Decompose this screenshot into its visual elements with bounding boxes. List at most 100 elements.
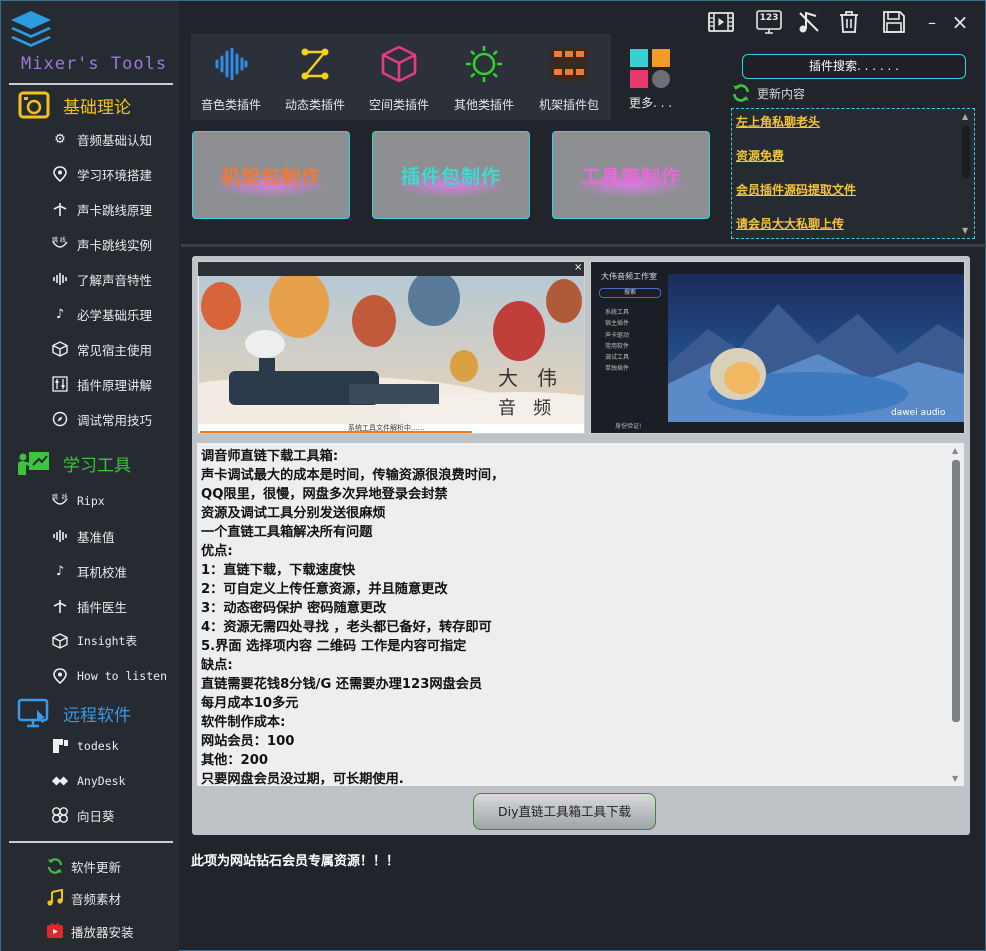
sun-icon bbox=[464, 44, 504, 84]
sidebar-item-headphone-cal[interactable]: ♪ 耳机校准 bbox=[51, 558, 179, 584]
update-link[interactable]: 左上角私聊老头 bbox=[736, 113, 820, 130]
location-pin-icon bbox=[51, 165, 69, 183]
section-basic-theory[interactable]: 基础理论 bbox=[17, 89, 177, 121]
toolbox-make-button[interactable]: 工具箱制作 bbox=[552, 131, 710, 219]
section-remote-software[interactable]: 远程软件 bbox=[17, 697, 177, 729]
description-line: 2：可自定义上传任意资源，并且随意更改 bbox=[201, 582, 448, 597]
sidebar-item-audio-material[interactable]: 音频素材 bbox=[45, 885, 121, 911]
item-label: AnyDesk bbox=[77, 774, 126, 788]
section-label: 学习工具 bbox=[63, 455, 131, 476]
section-label: 基础理论 bbox=[63, 97, 131, 118]
sidebar-item-plugin-principle[interactable]: 插件原理讲解 bbox=[51, 371, 179, 397]
sidebar-item-env-setup[interactable]: 学习环境搭建 bbox=[51, 161, 179, 187]
svg-text:跳 线: 跳 线 bbox=[52, 493, 68, 501]
plugin-pack-make-button[interactable]: 插件包制作 bbox=[372, 131, 530, 219]
watermark: 大 伟 bbox=[498, 366, 558, 390]
sidebar-item-player-install[interactable]: 播放器安装 bbox=[45, 918, 134, 944]
item-label: 学习环境搭建 bbox=[77, 167, 153, 183]
sidebar-item-music-theory[interactable]: ♪ 必学基础乐理 bbox=[51, 301, 179, 327]
grid-more-icon bbox=[630, 49, 670, 88]
cube-outline-icon bbox=[379, 44, 419, 84]
location-pin-icon bbox=[51, 667, 69, 685]
preview-title: 大伟音频工作室 bbox=[601, 272, 657, 281]
antenna-icon bbox=[51, 200, 69, 218]
sidebar-item-jumper-example[interactable]: 跳 线 声卡跳线实例 bbox=[51, 231, 179, 257]
sidebar-item-how-to-listen[interactable]: How to listen bbox=[51, 663, 179, 689]
big-button-label: 插件包制作 bbox=[400, 165, 501, 188]
item-label: 向日葵 bbox=[77, 808, 115, 824]
compass-icon bbox=[51, 410, 69, 428]
sidebar-item-sound-traits[interactable]: 了解声音特性 bbox=[51, 266, 179, 292]
plugin-category-panel: 音色类插件 动态类插件 空间类插件 其他类插件 机架插件包 bbox=[191, 34, 611, 120]
preview-footer: 身份验证! bbox=[615, 423, 642, 430]
item-label: 插件医生 bbox=[77, 599, 128, 615]
sidebar-item-plugin-doctor[interactable]: 插件医生 bbox=[51, 593, 179, 619]
update-list: 左上角私聊老头 资源免费 会员插件源码提取文件 请会员大大私聊上传 ▲ ▼ bbox=[731, 108, 975, 239]
minimize-button[interactable]: – bbox=[919, 9, 945, 35]
description-scrollbar[interactable]: ▲ ▼ bbox=[949, 444, 963, 785]
preview-menu: 系统工具 宿主插件 声卡驱动 常用软件 调试工具 单独插件 bbox=[605, 309, 630, 373]
remote-monitor-icon bbox=[17, 698, 51, 728]
music-note-icon bbox=[45, 888, 65, 908]
todesk-icon bbox=[51, 737, 69, 755]
jumper-icon: 跳 线 bbox=[51, 235, 69, 253]
sidebar-item-jumper-principle[interactable]: 声卡跳线原理 bbox=[51, 196, 179, 222]
item-label: 播放器安装 bbox=[71, 924, 134, 940]
sliders-icon bbox=[51, 375, 69, 393]
big-button-label: 工具箱制作 bbox=[580, 165, 681, 188]
mute-button[interactable] bbox=[796, 9, 822, 35]
play-icon bbox=[45, 921, 65, 941]
sidebar-item-sunflower[interactable]: 向日葵 bbox=[51, 802, 179, 828]
update-link[interactable]: 会员插件源码提取文件 bbox=[736, 181, 856, 198]
progress-bar bbox=[200, 431, 472, 433]
sidebar-item-insight[interactable]: Insight表 bbox=[51, 628, 179, 654]
counter-button[interactable]: 123 bbox=[756, 9, 782, 35]
item-label: 耳机校准 bbox=[77, 564, 128, 580]
plugin-cat-timbre[interactable]: 音色类插件 bbox=[191, 44, 271, 114]
brand-name: Mixer's Tools bbox=[21, 54, 168, 74]
update-link[interactable]: 请会员大大私聊上传 bbox=[736, 215, 844, 232]
mute-note-icon bbox=[799, 11, 819, 33]
svg-text:跳 线: 跳 线 bbox=[52, 236, 66, 244]
plugin-search-input[interactable]: 插件搜索. . . . . . bbox=[742, 54, 966, 79]
plugin-cat-other[interactable]: 其他类插件 bbox=[444, 44, 524, 114]
item-label: 音频素材 bbox=[71, 891, 122, 907]
rack-pack-make-button[interactable]: 机架包制作 bbox=[192, 131, 350, 219]
description-line: 一个直链工具箱解决所有问题 bbox=[201, 525, 373, 540]
item-label: 插件原理讲解 bbox=[77, 377, 153, 393]
plugin-cat-label: 空间类插件 bbox=[368, 98, 429, 112]
sidebar-item-todesk[interactable]: todesk bbox=[51, 733, 179, 759]
description-textbox[interactable]: 调音师直链下载工具箱: 声卡调试最大的成本是时间，传输资源很浪费时间， QQ限里，很… bbox=[197, 443, 964, 786]
refresh-icon bbox=[45, 856, 65, 876]
description-line: 只要网盘会员没过期，可长期使用. bbox=[201, 772, 404, 786]
close-button[interactable]: × bbox=[947, 9, 973, 35]
sidebar-item-ripx[interactable]: 跳 线 Ripx bbox=[51, 488, 179, 514]
section-learning-tools[interactable]: 学习工具 bbox=[17, 447, 177, 479]
update-link[interactable]: 资源免费 bbox=[736, 147, 784, 164]
sidebar-item-debug-tips[interactable]: 调试常用技巧 bbox=[51, 406, 179, 432]
sidebar-item-software-update[interactable]: 软件更新 bbox=[45, 853, 121, 879]
item-label: 基准值 bbox=[77, 529, 115, 545]
video-button[interactable] bbox=[708, 9, 734, 35]
counter-text: 123 bbox=[759, 13, 779, 23]
plugin-cat-label: 其他类插件 bbox=[453, 98, 514, 112]
item-label: 常见宿主使用 bbox=[77, 342, 153, 358]
save-button[interactable] bbox=[881, 9, 907, 35]
trash-button[interactable] bbox=[836, 9, 862, 35]
plugin-cat-space[interactable]: 空间类插件 bbox=[359, 44, 439, 114]
plugin-cat-rack[interactable]: 机架插件包 bbox=[529, 44, 609, 114]
trash-icon bbox=[840, 11, 858, 33]
download-button[interactable]: Diy直链工具箱工具下载 bbox=[473, 793, 656, 830]
plugin-cat-dynamics[interactable]: 动态类插件 bbox=[275, 44, 355, 114]
section-label: 远程软件 bbox=[63, 705, 131, 726]
update-scrollbar[interactable]: ▲ ▼ bbox=[959, 110, 973, 237]
item-label: Insight表 bbox=[77, 634, 137, 648]
item-label: 声卡跳线实例 bbox=[77, 237, 153, 253]
sidebar-item-host-usage[interactable]: 常见宿主使用 bbox=[51, 336, 179, 362]
sidebar-item-anydesk[interactable]: AnyDesk bbox=[51, 768, 179, 794]
jumper-icon: 跳 线 bbox=[51, 492, 69, 510]
update-header: 更新内容 bbox=[731, 83, 805, 103]
sidebar-item-reference[interactable]: 基准值 bbox=[51, 523, 179, 549]
plugin-cat-more[interactable]: 更多. . . bbox=[629, 48, 673, 110]
sidebar-item-audio-basics[interactable]: ⚙ 音频基础认知 bbox=[51, 126, 179, 152]
